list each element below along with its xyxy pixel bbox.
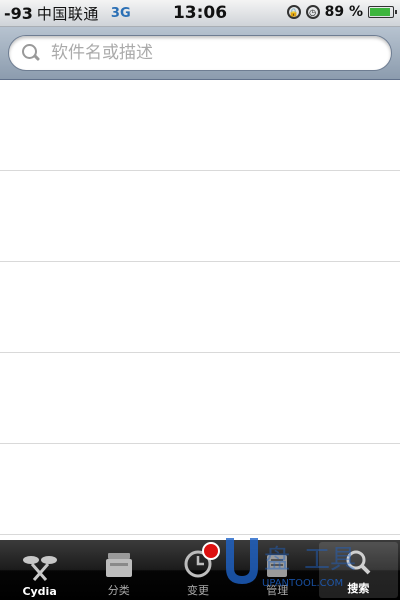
search-icon bbox=[346, 550, 371, 575]
manage-icon bbox=[267, 555, 288, 577]
tab-label: 搜索 bbox=[347, 582, 370, 595]
tab-label: 变更 bbox=[187, 584, 209, 597]
list-item[interactable] bbox=[0, 171, 400, 262]
tab-cydia[interactable]: Cydia bbox=[0, 540, 79, 600]
battery-icon bbox=[368, 6, 397, 18]
list-item[interactable] bbox=[0, 353, 400, 444]
cydia-icon bbox=[22, 556, 57, 581]
battery-percent: 89 % bbox=[324, 4, 363, 20]
list-item[interactable] bbox=[0, 262, 400, 353]
search-input[interactable] bbox=[49, 42, 373, 64]
tab-label: Cydia bbox=[22, 585, 57, 598]
results-list[interactable] bbox=[0, 80, 400, 538]
list-item[interactable] bbox=[0, 444, 400, 535]
tab-sections[interactable]: 分类 bbox=[79, 540, 158, 600]
list-item[interactable] bbox=[0, 80, 400, 171]
tab-search[interactable]: 搜索 bbox=[318, 542, 399, 598]
status-bar: -93 中国联通 3G 13:06 🔒 ◷ 89 % bbox=[0, 0, 400, 27]
tab-changes[interactable]: 变更 bbox=[158, 540, 237, 600]
search-header bbox=[0, 27, 400, 80]
tab-label: 分类 bbox=[107, 584, 130, 597]
tab-label: 管理 bbox=[266, 584, 289, 597]
search-icon bbox=[21, 43, 41, 63]
search-field[interactable] bbox=[8, 35, 392, 71]
battery-fill bbox=[370, 8, 390, 16]
update-badge bbox=[202, 542, 220, 560]
tab-bar: Cydia 分类 变更 管理 搜索 bbox=[0, 540, 400, 600]
alarm-icon: ◷ bbox=[305, 5, 320, 19]
tab-manage[interactable]: 管理 bbox=[238, 540, 317, 600]
status-icons: 🔒 ◷ 89 % bbox=[286, 4, 397, 20]
sections-icon bbox=[105, 553, 132, 577]
rotation-lock-icon: 🔒 bbox=[286, 5, 301, 19]
